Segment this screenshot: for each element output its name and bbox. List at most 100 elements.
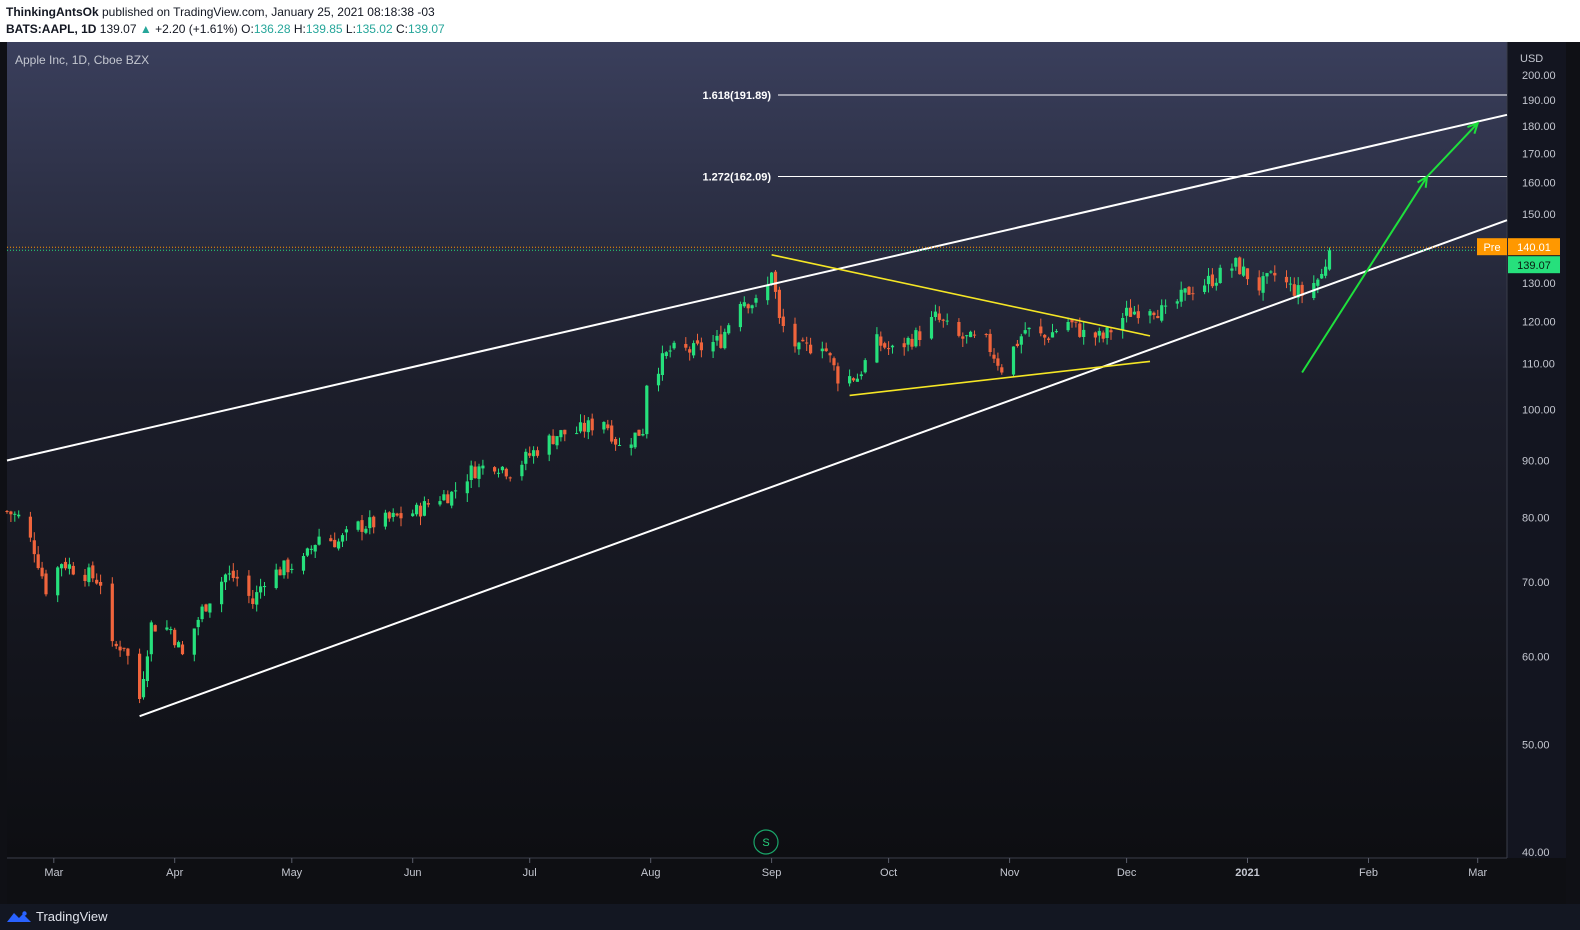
candle-body	[918, 331, 922, 340]
premarket-badge-label: Pre	[1483, 242, 1500, 254]
candle-body	[411, 513, 415, 517]
time-tick-label: May	[281, 867, 302, 879]
candle-body	[329, 538, 333, 542]
candle-body	[118, 646, 122, 651]
candle-body	[1132, 311, 1136, 315]
candle-body	[473, 466, 477, 479]
candle-body	[83, 574, 87, 581]
chart-area[interactable]: Apple Inc, 1D, Cboe BZX USD 200.00 190.00…	[0, 42, 1580, 904]
candle-body	[13, 513, 17, 515]
candle-body	[333, 539, 337, 548]
candle-body	[727, 325, 731, 334]
plot-background	[7, 42, 1507, 858]
candle-body	[883, 343, 887, 348]
candle	[204, 603, 208, 612]
candle-body	[1128, 307, 1133, 317]
candle-body	[586, 420, 590, 433]
candle-body	[372, 516, 376, 528]
candle-body	[196, 619, 200, 628]
candle-body	[149, 622, 153, 655]
candle-body	[169, 629, 173, 631]
candle-body	[422, 501, 426, 516]
candle-body	[711, 342, 715, 352]
last-price: 139.07	[99, 22, 137, 36]
time-tick-label: Feb	[1359, 867, 1378, 879]
time-tick-label: Nov	[1000, 867, 1020, 879]
time-tick-label: Jul	[523, 867, 537, 879]
candle-body	[1242, 266, 1246, 276]
candle-body	[750, 305, 754, 309]
candle-body	[391, 512, 395, 517]
candle	[44, 569, 48, 597]
candle-body	[87, 567, 91, 583]
candle-body	[1047, 338, 1051, 340]
candle-body	[383, 512, 387, 527]
ohlc-line: BATS:AAPL, 1D 139.07 ▲ +2.20 (+1.61%) O:…	[6, 22, 445, 36]
candle-body	[356, 521, 360, 530]
candle-body	[1109, 330, 1113, 333]
candle-body	[399, 513, 403, 519]
candle-body	[200, 606, 204, 620]
candle-body	[278, 569, 282, 576]
candle-body	[773, 271, 778, 292]
author-name[interactable]: ThinkingAntsOk	[6, 5, 99, 19]
footer-bar: TradingView	[0, 904, 1580, 930]
premarket-price-text: 140.01	[1517, 242, 1551, 254]
candle-body	[165, 627, 169, 630]
candle-body	[1121, 318, 1125, 331]
candle	[153, 624, 157, 632]
candle-body	[1019, 336, 1023, 345]
candle-body	[282, 560, 286, 576]
candle-body	[820, 348, 824, 352]
candle-body	[360, 520, 364, 532]
symbol-timeframe: BATS:AAPL, 1D	[6, 22, 97, 36]
candle-body	[1156, 316, 1160, 319]
candle-body	[1054, 331, 1058, 333]
candle-body	[1257, 277, 1261, 291]
candle-body	[906, 338, 910, 345]
candle-body	[914, 330, 918, 347]
candle-body	[71, 565, 75, 575]
candle-body	[110, 583, 114, 642]
candle-body	[426, 503, 430, 505]
candle-body	[504, 468, 508, 477]
candle-body	[1288, 283, 1292, 285]
candle-body	[1316, 279, 1320, 286]
candle-body	[1101, 332, 1105, 339]
price-tick-label: 130.00	[1522, 278, 1556, 290]
price-tick-label: 60.00	[1522, 651, 1550, 663]
candle	[1327, 247, 1332, 271]
candle-body	[145, 656, 149, 681]
candle-body	[890, 345, 895, 348]
candle-body	[1164, 305, 1168, 307]
candle-body	[290, 568, 294, 570]
open-label: O:	[241, 22, 254, 36]
candle	[645, 384, 649, 439]
candle-body	[1015, 343, 1019, 346]
price-chart[interactable]: Apple Inc, 1D, Cboe BZX USD 200.00 190.00…	[0, 42, 1580, 904]
candle-body	[1273, 272, 1277, 276]
candle-body	[797, 342, 801, 350]
candle-body	[305, 548, 309, 556]
price-tick-label: 50.00	[1522, 739, 1550, 751]
low-label: L:	[345, 22, 356, 36]
candle-body	[754, 298, 758, 303]
candle-body	[684, 344, 688, 348]
candle-body	[259, 586, 263, 593]
candle-body	[793, 323, 797, 347]
candle-body	[235, 576, 239, 579]
price-tick-label: 190.00	[1522, 95, 1556, 107]
candle-body	[969, 331, 973, 338]
publish-header: ThinkingAntsOk published on TradingView.…	[0, 0, 1580, 42]
candle-body	[590, 418, 594, 431]
candle-body	[555, 436, 559, 446]
candle-body	[1206, 275, 1211, 285]
candle	[637, 429, 641, 436]
candle-body	[364, 528, 368, 533]
tradingview-brand[interactable]: TradingView	[6, 909, 108, 924]
candle-body	[578, 422, 583, 432]
candle-body	[547, 435, 551, 455]
price-change: +2.20 (+1.61%)	[155, 22, 238, 36]
candle	[138, 648, 142, 704]
price-tick-label: 40.00	[1522, 847, 1550, 859]
